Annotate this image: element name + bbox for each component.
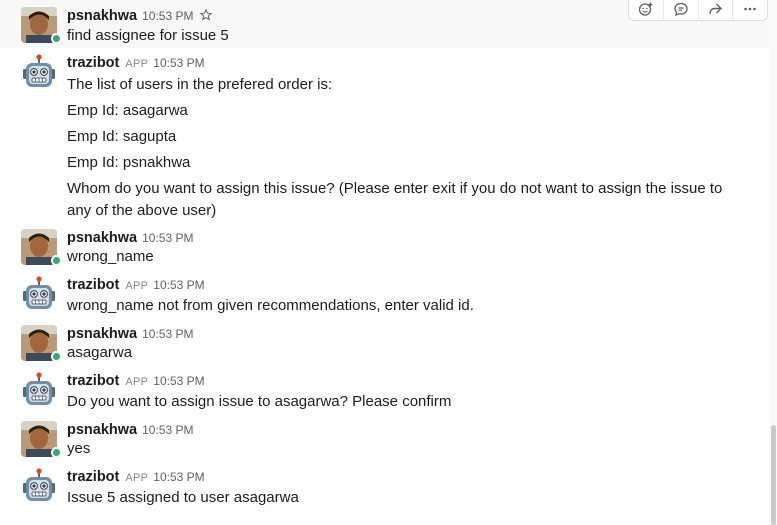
app-badge: APP (125, 376, 149, 388)
sender-name[interactable]: psnakhwa (67, 230, 137, 246)
message-text: Do you want to assign issue to asagarwa?… (67, 393, 452, 410)
bot-avatar[interactable] (21, 372, 57, 408)
message-actions (628, 0, 768, 21)
message-text: Emp Id: asagarwa (67, 102, 188, 119)
sender-name[interactable]: psnakhwa (67, 326, 137, 342)
message-text: asagarwa (67, 344, 133, 361)
sender-name[interactable]: trazibot (67, 373, 119, 389)
message-item[interactable]: trazibot APP 10:53 PM Do you want to assig… (0, 368, 769, 416)
message-text: Issue 5 assigned to user asagarwa (67, 489, 299, 506)
app-badge: APP (125, 58, 149, 70)
message-timestamp[interactable]: 10:53 PM (153, 470, 204, 484)
app-badge: APP (125, 280, 149, 292)
sender-name[interactable]: psnakhwa (67, 8, 137, 24)
message-item[interactable]: psnakhwa 10:53 PM yes (0, 416, 769, 464)
emoji-plus-icon[interactable] (629, 0, 664, 20)
more-horizontal-icon[interactable] (733, 0, 767, 20)
message-text: any of the above user) (67, 202, 217, 219)
presence-indicator (51, 255, 62, 266)
presence-indicator (51, 33, 62, 44)
message-item[interactable]: trazibot APP 10:53 PM Issue 5 assigned to … (0, 464, 769, 514)
message-item[interactable]: psnakhwa 10:53 PM wrong_name (0, 224, 769, 272)
speech-bubble-icon[interactable] (664, 0, 699, 20)
sender-name[interactable]: trazibot (67, 469, 119, 485)
bot-avatar[interactable] (21, 468, 57, 504)
message-item[interactable]: trazibot APP 10:53 PM The list of users in… (0, 48, 769, 224)
message-text: wrong_name (67, 248, 154, 265)
message-text: find assignee for issue 5 (67, 27, 229, 44)
message-timestamp[interactable]: 10:53 PM (142, 423, 193, 437)
sender-name[interactable]: psnakhwa (67, 422, 137, 438)
bot-avatar[interactable] (21, 54, 57, 90)
message-timestamp[interactable]: 10:53 PM (153, 56, 204, 70)
message-text: Emp Id: psnakhwa (67, 154, 191, 171)
message-text: Emp Id: sagupta (67, 128, 177, 145)
message-item[interactable]: psnakhwa 10:53 PM find assignee for issue… (0, 0, 769, 48)
message-timestamp[interactable]: 10:53 PM (153, 278, 204, 292)
message-item[interactable]: psnakhwa 10:53 PM asagarwa (0, 320, 769, 368)
message-timestamp[interactable]: 10:53 PM (142, 327, 193, 341)
star-icon[interactable] (200, 8, 213, 26)
share-arrow-icon[interactable] (699, 0, 734, 20)
message-feed: psnakhwa 10:53 PM find assignee for issue… (0, 0, 769, 525)
message-item[interactable]: trazibot APP 10:53 PM wrong_name not from … (0, 272, 769, 320)
message-text: The list of users in the prefered order … (67, 76, 333, 93)
sender-name[interactable]: trazibot (67, 55, 119, 71)
message-text: yes (67, 440, 91, 457)
app-badge: APP (125, 472, 149, 484)
presence-indicator (51, 351, 62, 362)
presence-indicator (51, 447, 62, 458)
scrollbar-track[interactable] (769, 0, 777, 525)
message-timestamp[interactable]: 10:53 PM (142, 9, 193, 23)
message-text: wrong_name not from given recommendation… (67, 297, 474, 314)
bot-avatar[interactable] (21, 276, 57, 312)
message-text: Whom do you want to assign this issue? (… (67, 180, 723, 197)
scrollbar-thumb[interactable] (771, 425, 776, 525)
message-timestamp[interactable]: 10:53 PM (142, 231, 193, 245)
sender-name[interactable]: trazibot (67, 277, 119, 293)
message-timestamp[interactable]: 10:53 PM (153, 374, 204, 388)
